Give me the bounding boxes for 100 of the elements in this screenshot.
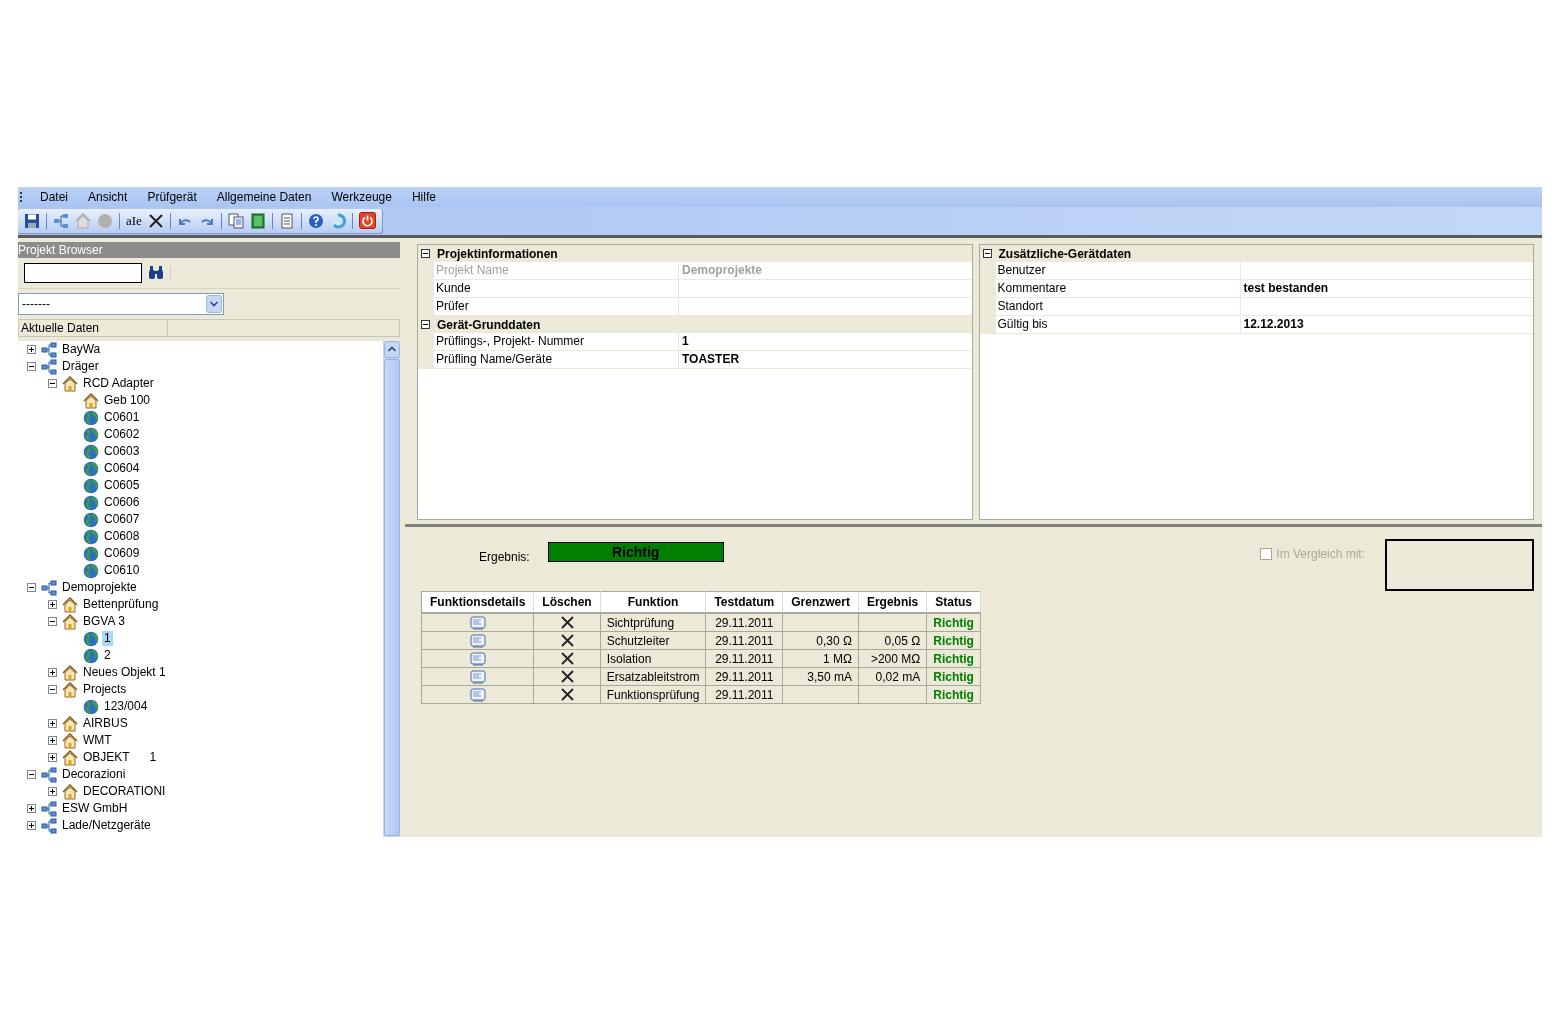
column-header[interactable]: Funktion xyxy=(600,591,706,613)
search-field[interactable] xyxy=(24,263,142,283)
expand-icon[interactable] xyxy=(48,736,57,745)
property-value[interactable]: TOASTER xyxy=(679,351,972,368)
tree-item[interactable]: BayWa xyxy=(60,342,103,357)
binoculars-icon[interactable] xyxy=(148,266,171,280)
details-icon[interactable] xyxy=(469,651,486,666)
tree-item[interactable]: Dräger xyxy=(60,359,101,374)
tree-item[interactable]: WMT xyxy=(81,733,114,748)
details-icon[interactable] xyxy=(469,669,486,684)
scroll-up-button[interactable] xyxy=(383,341,400,358)
column-header[interactable]: Testdatum xyxy=(705,591,783,613)
menu-item[interactable]: Allgemeine Daten xyxy=(206,190,322,204)
collapse-icon[interactable] xyxy=(421,249,430,258)
tree-item[interactable]: Projects xyxy=(81,682,129,697)
globe-icon xyxy=(83,630,99,647)
menu-item[interactable]: Hilfe xyxy=(401,190,446,204)
property-value[interactable]: test bestanden xyxy=(1240,280,1533,297)
tree-item[interactable]: C0603 xyxy=(102,444,142,459)
collapse-icon[interactable] xyxy=(48,685,57,694)
collapse-icon[interactable] xyxy=(982,249,992,258)
menu-item[interactable]: Werkzeuge xyxy=(321,190,402,204)
delete-icon[interactable] xyxy=(147,212,164,229)
property-value[interactable]: 12.12.2013 xyxy=(1240,316,1533,333)
property-label: Standort xyxy=(995,298,1241,315)
tree-item[interactable]: C0601 xyxy=(102,410,142,425)
tree-item[interactable]: C0608 xyxy=(102,529,142,544)
collapse-icon[interactable] xyxy=(27,583,36,592)
tree-item[interactable]: C0607 xyxy=(102,512,142,527)
tree-item[interactable]: BGVA 3 xyxy=(81,614,127,629)
tree-item[interactable]: C0602 xyxy=(102,427,142,442)
table-cell: 29.11.2011 xyxy=(705,613,783,632)
expand-icon[interactable] xyxy=(48,787,57,796)
tree-item[interactable]: Bettenprüfung xyxy=(81,597,161,612)
expand-icon[interactable] xyxy=(27,821,36,830)
column-header[interactable]: Funktionsdetails xyxy=(421,591,534,613)
menu-item[interactable]: Prüfgerät xyxy=(137,190,207,204)
panel-title: Projekt Browser xyxy=(18,242,400,258)
tree-item[interactable]: C0605 xyxy=(102,478,142,493)
tree-item[interactable]: C0610 xyxy=(102,563,142,578)
rename-button[interactable]: aIe xyxy=(126,212,142,229)
column-header[interactable]: Status xyxy=(926,591,981,613)
column-header[interactable]: Löschen xyxy=(533,591,601,613)
tree-item[interactable]: Lade/Netzgeräte xyxy=(60,818,153,833)
tree-item[interactable]: AIRBUS xyxy=(81,716,130,731)
details-icon[interactable] xyxy=(469,687,486,702)
property-value-field[interactable] xyxy=(1240,262,1533,279)
tree-item[interactable]: C0604 xyxy=(102,461,142,476)
delete-icon[interactable] xyxy=(560,652,574,665)
collapse-icon[interactable] xyxy=(421,320,430,329)
expand-icon[interactable] xyxy=(27,345,36,354)
dropdown[interactable]: ------- xyxy=(18,293,224,315)
property-value-field[interactable] xyxy=(1240,298,1533,315)
tree-item[interactable]: OBJEKT 1 xyxy=(81,750,159,765)
column-header[interactable]: Ergebnis xyxy=(858,591,927,613)
network-icon xyxy=(41,766,57,783)
globe-icon xyxy=(83,698,99,715)
expand-icon[interactable] xyxy=(48,753,57,762)
network-icon[interactable] xyxy=(53,212,69,229)
tree-item[interactable]: Demoprojekte xyxy=(60,580,139,595)
collapse-icon[interactable] xyxy=(48,617,57,626)
tree-item[interactable]: Neues Objekt 1 xyxy=(81,665,168,680)
menu-item[interactable]: Ansicht xyxy=(78,190,138,204)
copy-document-icon[interactable] xyxy=(227,212,244,229)
tree-item[interactable]: 123/004 xyxy=(102,699,150,714)
delete-icon[interactable] xyxy=(560,670,574,683)
property-label: Prüfling Name/Geräte xyxy=(434,351,679,368)
expand-icon[interactable] xyxy=(27,804,36,813)
expand-icon[interactable] xyxy=(48,668,57,677)
house-icon xyxy=(62,732,78,749)
details-icon[interactable] xyxy=(469,615,486,630)
globe-icon xyxy=(83,460,99,477)
tree-item[interactable]: Geb 100 xyxy=(102,393,153,408)
tree-item[interactable]: ESW GmbH xyxy=(60,801,130,816)
menu-item[interactable]: Datei xyxy=(30,190,78,204)
column-header[interactable]: Grenzwert xyxy=(782,591,859,613)
tree-item[interactable]: 1 xyxy=(102,631,113,646)
power-icon[interactable] xyxy=(358,212,376,229)
help-icon[interactable] xyxy=(307,212,324,229)
delete-icon[interactable] xyxy=(560,634,574,647)
property-value-field[interactable] xyxy=(679,298,972,315)
collapse-icon[interactable] xyxy=(27,362,36,371)
collapse-icon[interactable] xyxy=(48,379,57,388)
expand-icon[interactable] xyxy=(48,600,57,609)
tree-item[interactable]: 2 xyxy=(102,648,113,663)
save-icon[interactable] xyxy=(24,212,40,229)
tree-item[interactable]: C0609 xyxy=(102,546,142,561)
property-value-field[interactable] xyxy=(679,280,972,297)
tree-item[interactable]: DECORATIONI xyxy=(81,784,168,799)
tree-item[interactable]: Decorazioni xyxy=(60,767,128,782)
collapse-icon[interactable] xyxy=(27,770,36,779)
delete-icon[interactable] xyxy=(560,616,574,629)
details-icon[interactable] xyxy=(469,633,486,648)
delete-icon[interactable] xyxy=(560,688,574,701)
tree-item[interactable]: C0606 xyxy=(102,495,142,510)
expand-icon[interactable] xyxy=(48,719,57,728)
document-icon[interactable] xyxy=(278,212,295,229)
tree-item[interactable]: RCD Adapter xyxy=(81,376,156,391)
property-value[interactable]: 1 xyxy=(679,333,972,350)
house-icon xyxy=(62,613,78,630)
